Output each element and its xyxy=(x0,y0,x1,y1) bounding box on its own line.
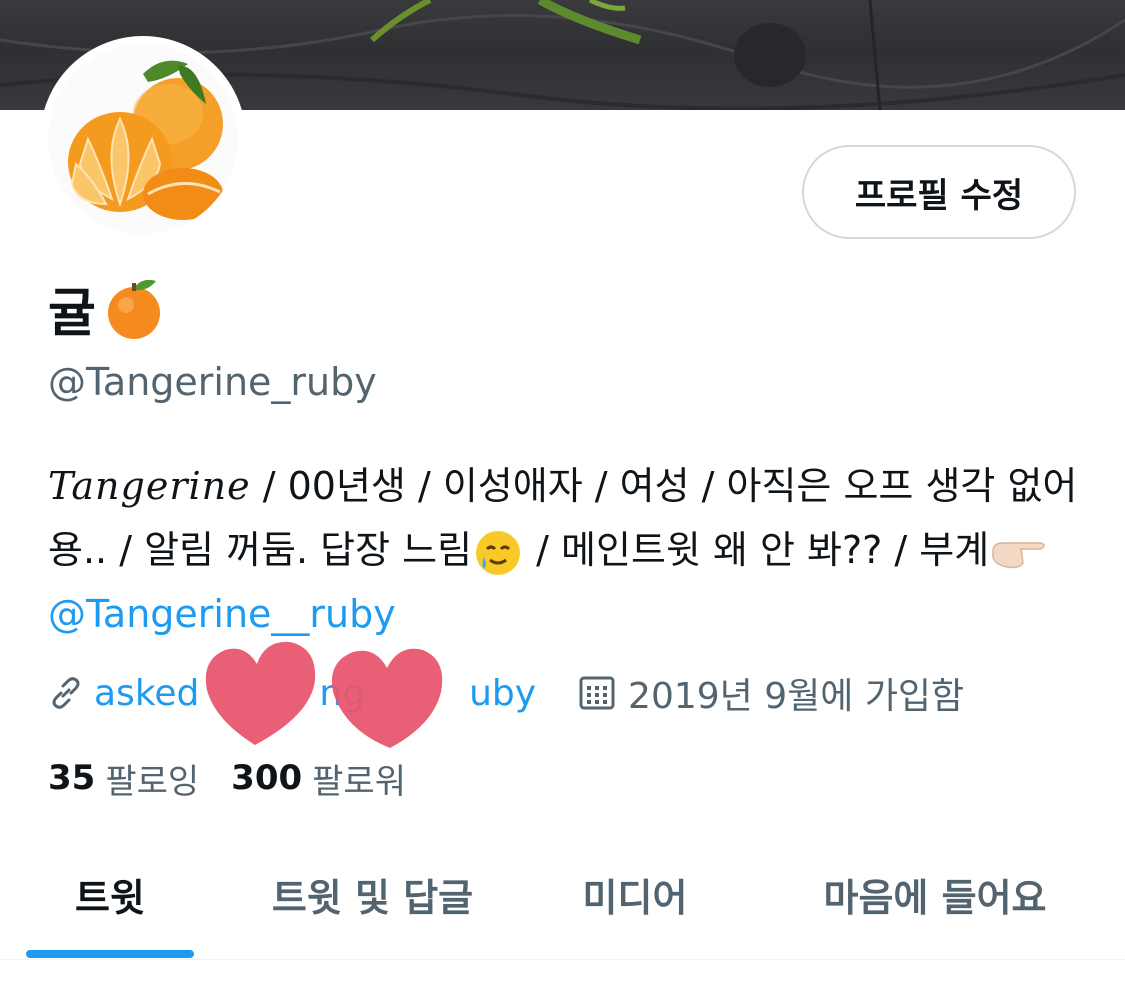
profile-handle: @Tangerine_ruby xyxy=(48,360,377,404)
followers-label[interactable]: 팔로워 xyxy=(312,754,406,803)
bio-mention-link[interactable]: @Tangerine__ruby xyxy=(48,592,396,636)
tab-tweets[interactable]: 트윗 xyxy=(0,830,220,958)
tab-tweets-and-replies[interactable]: 트윗 및 답글 xyxy=(220,830,525,958)
active-tab-indicator xyxy=(26,950,194,958)
following-count[interactable]: 35 xyxy=(48,758,95,798)
tab-likes[interactable]: 마음에 들어요 xyxy=(745,830,1125,958)
joined-text: 2019년 9월에 가입함 xyxy=(628,676,965,717)
tab-label: 트윗 xyxy=(75,875,145,920)
profile-tabs: 트윗 트윗 및 답글 미디어 마음에 들어요 xyxy=(0,830,1125,960)
joined-date: 2019년 9월에 가입함 xyxy=(578,667,964,719)
profile-name-row: 귤 xyxy=(48,270,164,346)
profile-meta-row: asked ng uby 2019년 9월에 가입함 xyxy=(48,665,964,721)
smiling-face-with-tear-icon xyxy=(476,530,521,575)
link-text-middle: ng xyxy=(319,672,366,714)
tab-label: 마음에 들어요 xyxy=(823,875,1047,920)
tab-label: 트윗 및 답글 xyxy=(271,875,474,920)
link-text-suffix: uby xyxy=(469,672,537,714)
avatar[interactable] xyxy=(40,36,246,242)
following-label[interactable]: 팔로잉 xyxy=(105,754,199,803)
tab-label: 미디어 xyxy=(582,875,688,920)
link-text-prefix: asked xyxy=(94,672,200,714)
display-name: 귤 xyxy=(48,283,96,344)
edit-profile-button[interactable]: 프로필 수정 xyxy=(802,145,1076,239)
link-icon xyxy=(52,677,80,709)
tangerine-emoji-icon xyxy=(107,279,160,339)
bio-script-word: Tangerine xyxy=(48,464,251,508)
followers-count[interactable]: 300 xyxy=(231,758,302,798)
tab-media[interactable]: 미디어 xyxy=(525,830,745,958)
tangerine-photo-icon xyxy=(48,44,238,234)
follow-stats: 35 팔로잉 300 팔로워 xyxy=(48,752,438,804)
calendar-icon xyxy=(579,676,615,710)
pointing-right-icon xyxy=(992,541,1045,568)
avatar-image xyxy=(48,44,238,234)
profile-bio: Tangerine / 00년생 / 이성애자 / 여성 / 아직은 오프 생각… xyxy=(48,454,1088,646)
profile-website-link[interactable]: asked ng uby xyxy=(48,673,536,714)
bio-text-2: / 메인트윗 왜 안 봐?? / 부계 xyxy=(524,528,990,572)
